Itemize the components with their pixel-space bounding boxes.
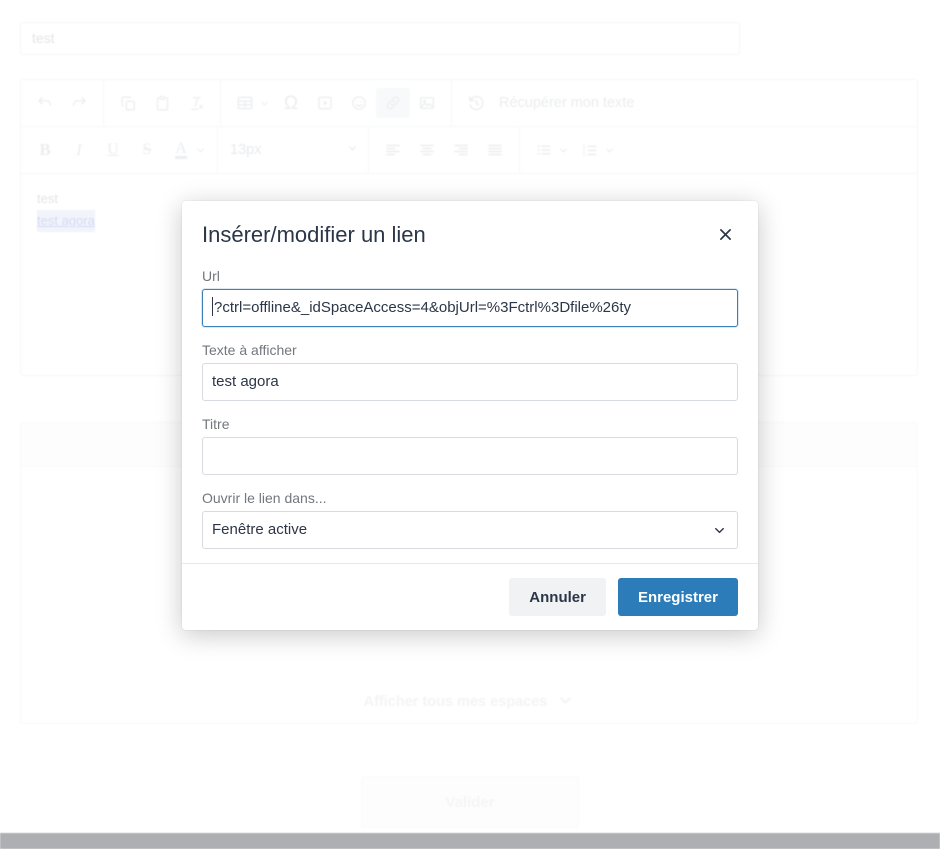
chevron-down-icon <box>557 692 574 713</box>
title-input-field[interactable] <box>202 437 738 475</box>
link-text-input[interactable]: test agora <box>202 363 738 401</box>
editor-toolbar-row-2: B I U S A <box>21 127 917 174</box>
editor-link-test-agora[interactable]: test agora <box>37 210 95 232</box>
bold-icon[interactable]: B <box>28 135 62 165</box>
cancel-button[interactable]: Annuler <box>509 578 606 616</box>
paste-icon[interactable] <box>145 88 179 118</box>
link-text-field-label: Texte à afficher <box>202 341 738 359</box>
align-center-icon[interactable] <box>410 135 444 165</box>
toolbar-group-format: B I U S A <box>21 127 218 173</box>
toolbar-group-align <box>369 127 520 173</box>
save-button[interactable]: Enregistrer <box>618 578 738 616</box>
toolbar-group-restore: Récupérer mon texte <box>452 80 641 126</box>
url-field-label: Url <box>202 267 738 285</box>
history-icon[interactable] <box>459 88 493 118</box>
url-input[interactable]: ?ctrl=offline&_idSpaceAccess=4&objUrl=%3… <box>202 289 738 327</box>
toolbar-group-fontsize: 13px <box>218 127 369 173</box>
italic-icon[interactable]: I <box>62 135 96 165</box>
validate-button-label: Valider <box>445 794 494 811</box>
title-field-label: Titre <box>202 415 738 433</box>
target-field-label: Ouvrir le lien dans... <box>202 489 738 507</box>
url-input-value: ?ctrl=offline&_idSpaceAccess=4&objUrl=%3… <box>214 299 631 316</box>
toolbar-group-history <box>21 80 104 126</box>
link-icon[interactable] <box>376 88 410 118</box>
title-input[interactable]: test <box>20 22 740 55</box>
emoji-icon[interactable] <box>342 88 376 118</box>
align-left-icon[interactable] <box>376 135 410 165</box>
font-size-select[interactable]: 13px <box>218 142 368 158</box>
strikethrough-icon[interactable]: S <box>130 135 164 165</box>
special-character-icon[interactable]: Ω <box>274 88 308 118</box>
video-icon[interactable] <box>308 88 342 118</box>
footer-bar <box>0 833 940 849</box>
toolbar-group-lists: 123 <box>520 127 626 173</box>
toolbar-group-insert: Ω <box>221 80 452 126</box>
restore-text-label[interactable]: Récupérer mon texte <box>493 95 634 111</box>
modal-footer: Annuler Enregistrer <box>182 563 758 630</box>
font-size-chevron-down-icon <box>347 142 358 158</box>
editor-toolbar-row-1: Ω <box>21 80 917 127</box>
align-justify-icon[interactable] <box>478 135 512 165</box>
modal-body: Url ?ctrl=offline&_idSpaceAccess=4&objUr… <box>182 249 758 563</box>
undo-icon[interactable] <box>28 88 62 118</box>
validate-button[interactable]: Valider <box>361 776 579 828</box>
target-select-wrap: Fenêtre active <box>202 511 738 549</box>
copy-icon[interactable] <box>111 88 145 118</box>
text-caret <box>212 297 213 316</box>
table-chevron-down-icon[interactable] <box>256 88 272 118</box>
modal-title: Insérer/modifier un lien <box>202 221 426 249</box>
svg-text:3: 3 <box>583 152 586 158</box>
modal-header: Insérer/modifier un lien <box>182 201 758 249</box>
save-button-label: Enregistrer <box>638 589 718 606</box>
show-all-spaces-toggle[interactable]: Afficher tous mes espaces <box>21 681 917 723</box>
font-size-value: 13px <box>230 142 261 158</box>
numbered-list-chevron-down-icon[interactable] <box>601 135 617 165</box>
clear-format-icon[interactable] <box>179 88 213 118</box>
redo-icon[interactable] <box>62 88 96 118</box>
insert-link-modal: Insérer/modifier un lien Url ?ctrl=offli… <box>182 201 758 630</box>
image-icon[interactable] <box>410 88 444 118</box>
align-right-icon[interactable] <box>444 135 478 165</box>
cancel-button-label: Annuler <box>529 589 586 606</box>
target-select[interactable]: Fenêtre active <box>202 511 738 549</box>
close-icon[interactable] <box>712 221 738 247</box>
chevron-down-icon <box>712 523 727 543</box>
text-color-chevron-down-icon[interactable] <box>192 135 208 165</box>
show-all-spaces-label: Afficher tous mes espaces <box>364 694 548 710</box>
bullet-list-chevron-down-icon[interactable] <box>555 135 571 165</box>
app-page: test <box>0 0 940 849</box>
toolbar-group-clipboard <box>104 80 221 126</box>
underline-icon[interactable]: U <box>96 135 130 165</box>
